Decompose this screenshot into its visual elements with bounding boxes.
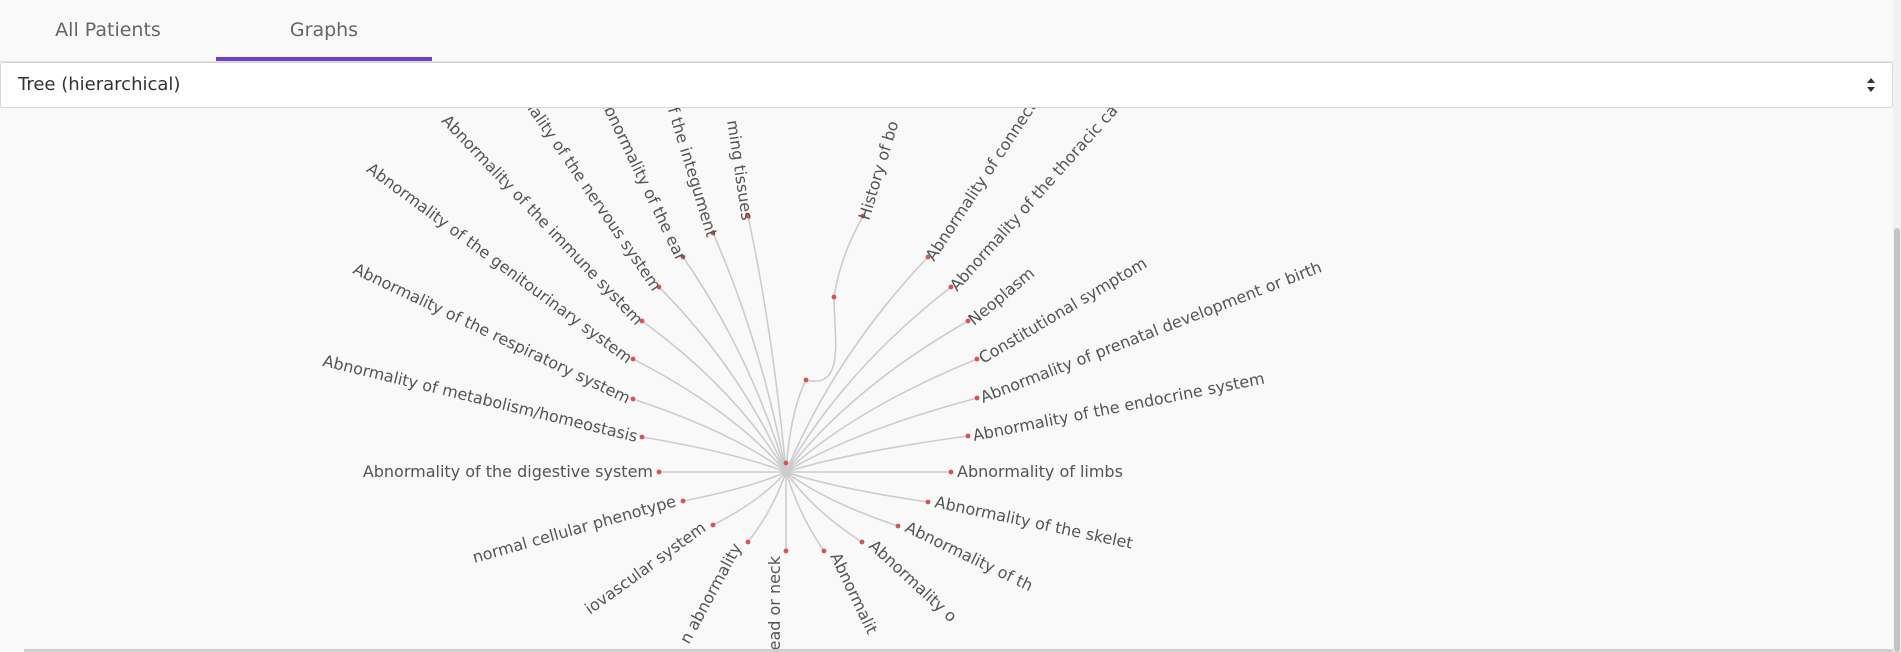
tree-link: [632, 398, 787, 473]
tree-link: [785, 379, 807, 473]
tree-node: [680, 498, 686, 504]
tree-node: [948, 469, 954, 475]
tree-node: [895, 523, 901, 529]
tree-node-label[interactable]: Abnormality of metabolism/homeostasis: [321, 351, 640, 446]
tree-link: [785, 435, 969, 473]
select-updown-icon: [1867, 78, 1875, 92]
tree-node: [639, 434, 645, 440]
tree-node: [925, 499, 931, 505]
active-tab-indicator: [216, 57, 432, 61]
tree-node-label[interactable]: ming tissues: [723, 119, 757, 222]
tree-link: [785, 286, 952, 473]
tree-node: [821, 548, 827, 554]
vertical-scrollbar-thumb[interactable]: [1894, 228, 1900, 652]
tree-link: [747, 471, 787, 543]
tree-node-label[interactable]: History of bo: [855, 119, 903, 223]
tree-link: [785, 358, 978, 473]
tree-node: [859, 539, 865, 545]
tree-node: [630, 396, 636, 402]
tree-link: [641, 436, 787, 473]
tree-node-label[interactable]: Abnormalit: [826, 549, 881, 636]
tree-node: [831, 294, 837, 300]
tree-link: [785, 397, 978, 473]
tree-graph-area[interactable]: ming tissues f the integument Abnormality …: [0, 108, 1901, 652]
tree-node-label[interactable]: Abnormality of the digestive system: [363, 462, 653, 481]
tree-link: [785, 471, 899, 527]
tree-link: [785, 256, 929, 473]
tree-node: [656, 469, 662, 475]
graph-type-select-value: Tree (hierarchical): [18, 74, 181, 95]
tree-root-node: [783, 460, 789, 466]
tree-node: [965, 433, 971, 439]
tree-node-label[interactable]: n abnormality: [676, 540, 746, 647]
tree-node: [783, 548, 789, 554]
tab-all-patients[interactable]: All Patients: [26, 0, 190, 60]
tree-node-label[interactable]: iovascular system: [581, 518, 709, 618]
tree-node-label[interactable]: ead or neck: [765, 555, 784, 650]
tab-graphs[interactable]: Graphs: [216, 0, 432, 60]
tree-link: [805, 296, 837, 383]
tree-node: [745, 539, 751, 545]
tree-node-label[interactable]: Abnormality of limbs: [957, 462, 1123, 481]
tab-bar: All Patients Graphs: [0, 0, 1901, 62]
graph-type-select[interactable]: Tree (hierarchical): [0, 62, 1893, 108]
tree-link: [785, 471, 825, 552]
tree-node: [710, 522, 716, 528]
tree-link: [833, 215, 864, 298]
hierarchical-tree-graph[interactable]: ming tissuesf the integumentAbnormality …: [0, 108, 1901, 652]
tree-node: [803, 377, 809, 383]
tree-node: [974, 395, 980, 401]
